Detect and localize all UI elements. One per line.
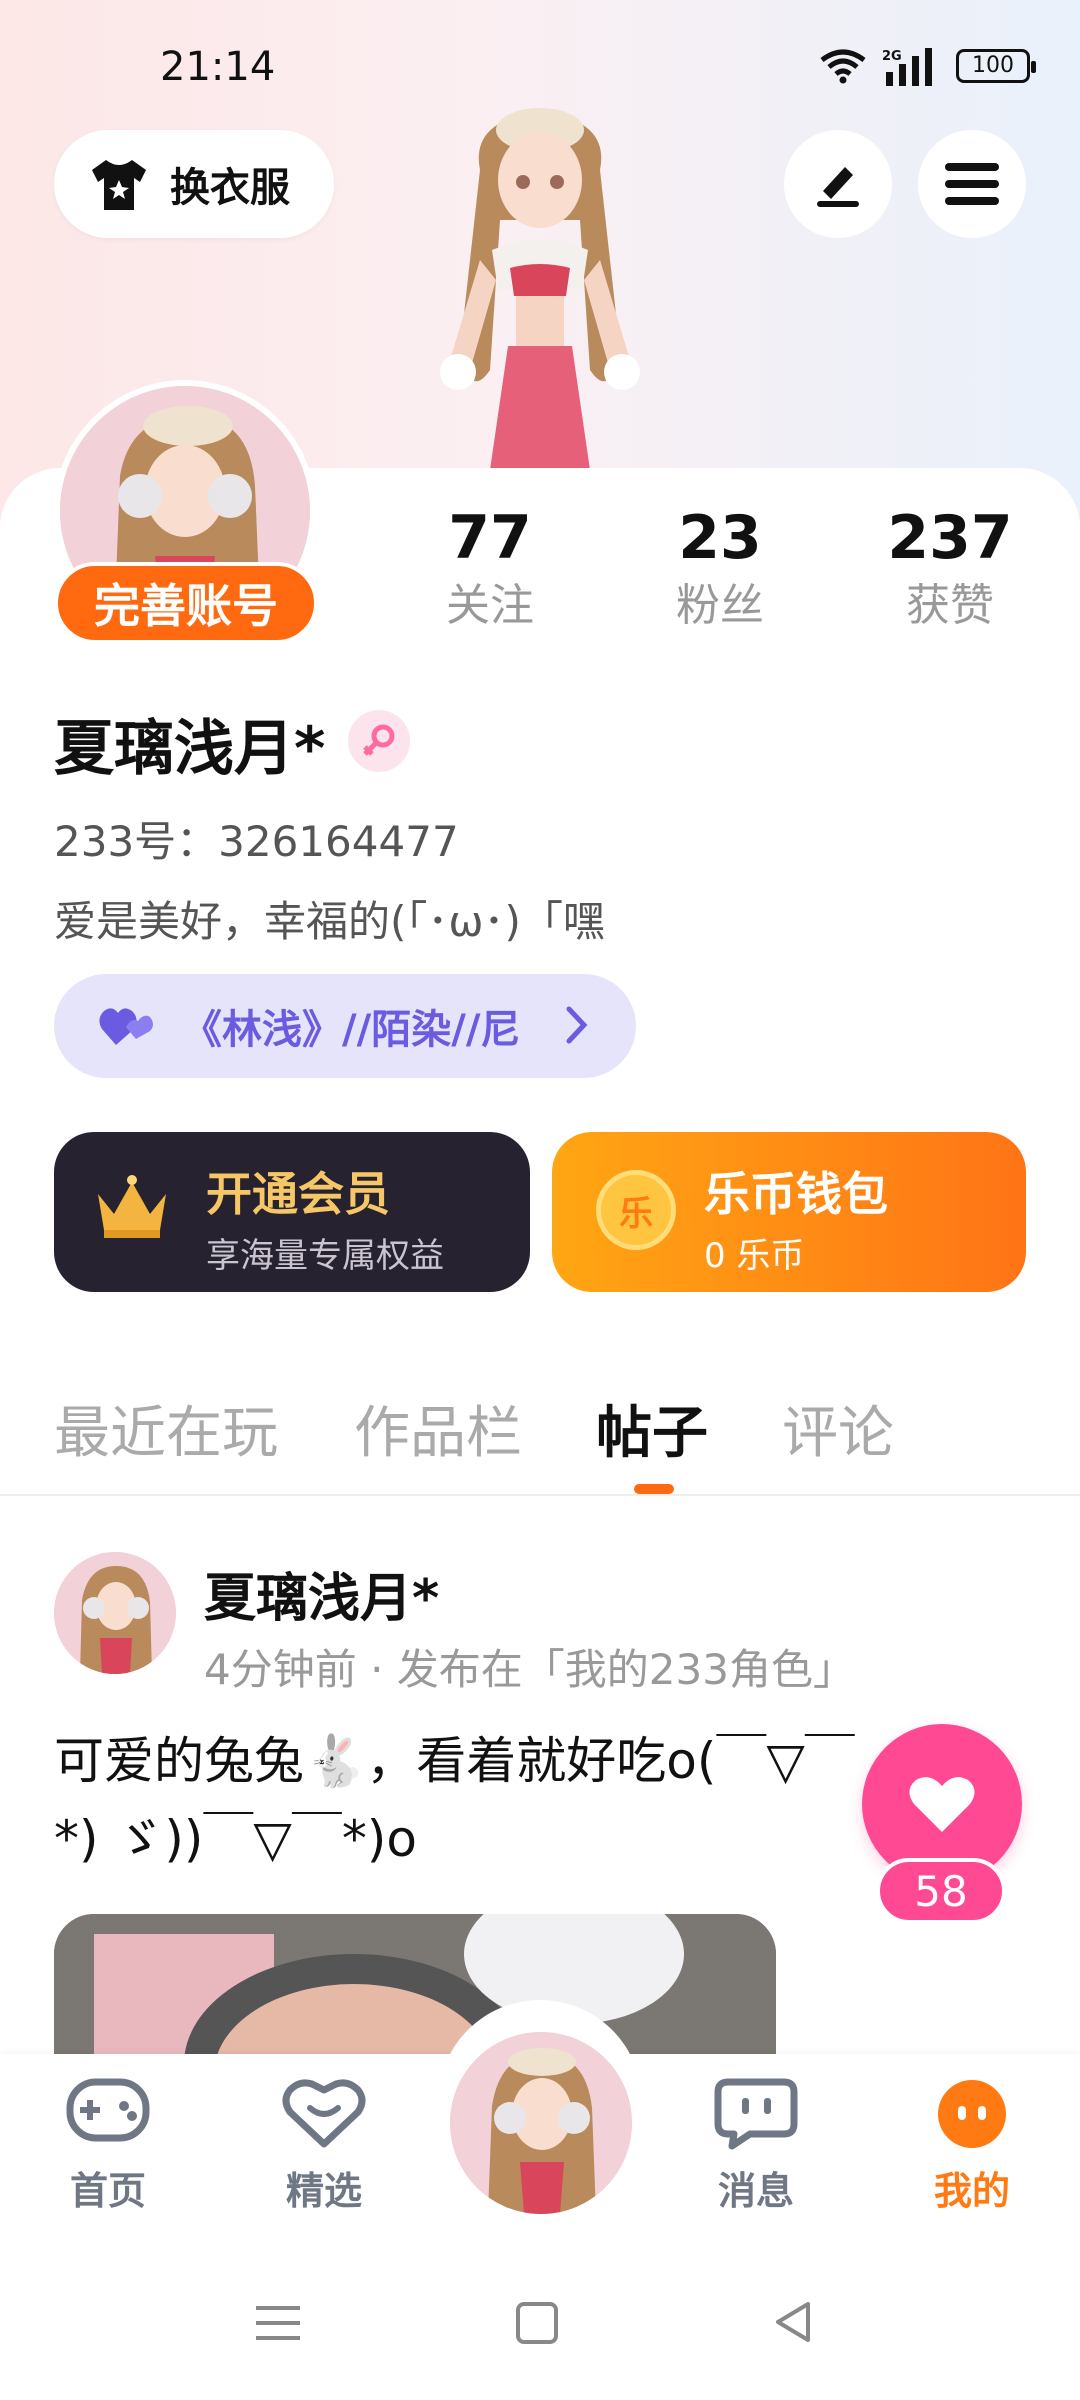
recent-apps-icon[interactable] xyxy=(254,2302,302,2344)
pen-icon xyxy=(817,167,859,207)
nav-messages[interactable]: 消息 xyxy=(686,2078,826,2215)
stat-label: 粉丝 xyxy=(676,580,764,631)
vip-membership-card[interactable]: 开通会员 享海量专属权益 xyxy=(54,1132,530,1292)
gamepad-icon xyxy=(66,2078,150,2142)
wallet-title: 乐币钱包 xyxy=(704,1167,888,1221)
nav-home[interactable]: 首页 xyxy=(38,2078,178,2215)
nav-featured-label: 精选 xyxy=(285,2169,362,2213)
avatar-image xyxy=(450,2032,632,2214)
complete-account-button[interactable]: 完善账号 xyxy=(54,562,318,644)
change-outfit-label: 换衣服 xyxy=(170,165,290,211)
stat-likes-received[interactable]: 237 获赞 xyxy=(850,500,1050,636)
hamburger-icon xyxy=(945,163,999,205)
network-type: 2G xyxy=(882,49,902,64)
stat-value: 237 xyxy=(887,503,1013,573)
heart-chat-icon xyxy=(282,2079,366,2148)
signal-icon: 2G xyxy=(882,48,932,86)
nav-messages-label: 消息 xyxy=(717,2169,794,2213)
vip-subtitle: 享海量专属权益 xyxy=(206,1236,444,1276)
tab-posts[interactable]: 帖子 xyxy=(596,1388,708,1469)
stat-label: 获赞 xyxy=(906,580,994,631)
stat-following[interactable]: 77 关注 xyxy=(390,500,590,636)
post-meta: 4分钟前 · 发布在「我的233角色」 xyxy=(204,1645,855,1694)
back-icon[interactable] xyxy=(770,2298,814,2346)
shirt-icon xyxy=(92,160,146,210)
nav-featured[interactable]: 精选 xyxy=(254,2078,394,2215)
heart-icon xyxy=(909,1777,975,1832)
system-navigation-bar xyxy=(0,2254,1080,2400)
menu-button[interactable] xyxy=(918,130,1026,238)
female-gender-icon xyxy=(348,710,410,772)
status-time: 21:14 xyxy=(160,44,276,90)
stat-followers[interactable]: 23 粉丝 xyxy=(620,500,820,636)
post-image[interactable] xyxy=(54,1914,776,2054)
coin-wallet-card[interactable]: 乐 乐币钱包 0 乐币 xyxy=(552,1132,1026,1292)
post-text[interactable]: 可爱的兔兔🐇，看着就好吃o(￣▽￣*) ゞ))￣▽￣*)o xyxy=(54,1722,874,1878)
user-id: 233号：326164477 xyxy=(54,817,459,866)
status-bar: 21:14 2G 100 xyxy=(0,40,1080,100)
stat-value: 23 xyxy=(678,503,762,573)
like-count: 58 xyxy=(876,1858,1006,1924)
change-outfit-button[interactable]: 换衣服 xyxy=(54,130,334,238)
home-icon[interactable] xyxy=(514,2300,560,2346)
stat-label: 关注 xyxy=(446,580,534,631)
vip-title: 开通会员 xyxy=(206,1167,390,1221)
chevron-right-icon xyxy=(566,1006,588,1044)
post-author-name[interactable]: 夏璃浅月* xyxy=(204,1556,439,1631)
profile-face-icon xyxy=(938,2080,1006,2148)
nav-mine-label: 我的 xyxy=(933,2169,1010,2213)
message-icon xyxy=(714,2078,798,2150)
avatar-image xyxy=(54,1552,176,1674)
nav-home-label: 首页 xyxy=(69,2169,146,2213)
wallet-balance: 0 乐币 xyxy=(704,1236,805,1276)
post-author-avatar[interactable] xyxy=(54,1552,176,1674)
wifi-icon xyxy=(820,49,866,84)
profile-tabs: 最近在玩 作品栏 帖子 评论 xyxy=(0,1380,1080,1496)
double-heart-icon xyxy=(99,1008,153,1045)
battery-icon: 100 xyxy=(956,49,1036,83)
nav-avatar-center-button[interactable] xyxy=(446,2028,636,2218)
tab-comments[interactable]: 评论 xyxy=(782,1388,894,1469)
tab-works[interactable]: 作品栏 xyxy=(354,1388,522,1469)
profile-name: 夏璃浅月* xyxy=(54,714,326,784)
tab-recently-played[interactable]: 最近在玩 xyxy=(54,1388,278,1469)
coin-icon: 乐 xyxy=(596,1170,676,1250)
avatar-character-figure[interactable] xyxy=(410,100,670,470)
stat-value: 77 xyxy=(448,503,532,573)
profile-bio: 爱是美好，幸福的(「･ω･)「嘿 xyxy=(54,897,605,946)
relationship-tag-label: 《林浅》//陌染//尼 xyxy=(182,1007,521,1053)
nav-mine[interactable]: 我的 xyxy=(902,2078,1042,2215)
relationship-tag-button[interactable]: 《林浅》//陌染//尼 xyxy=(54,974,636,1078)
active-tab-indicator xyxy=(634,1484,674,1494)
post-photo xyxy=(54,1914,776,2054)
crown-icon xyxy=(98,1175,166,1238)
edit-profile-button[interactable] xyxy=(784,130,892,238)
